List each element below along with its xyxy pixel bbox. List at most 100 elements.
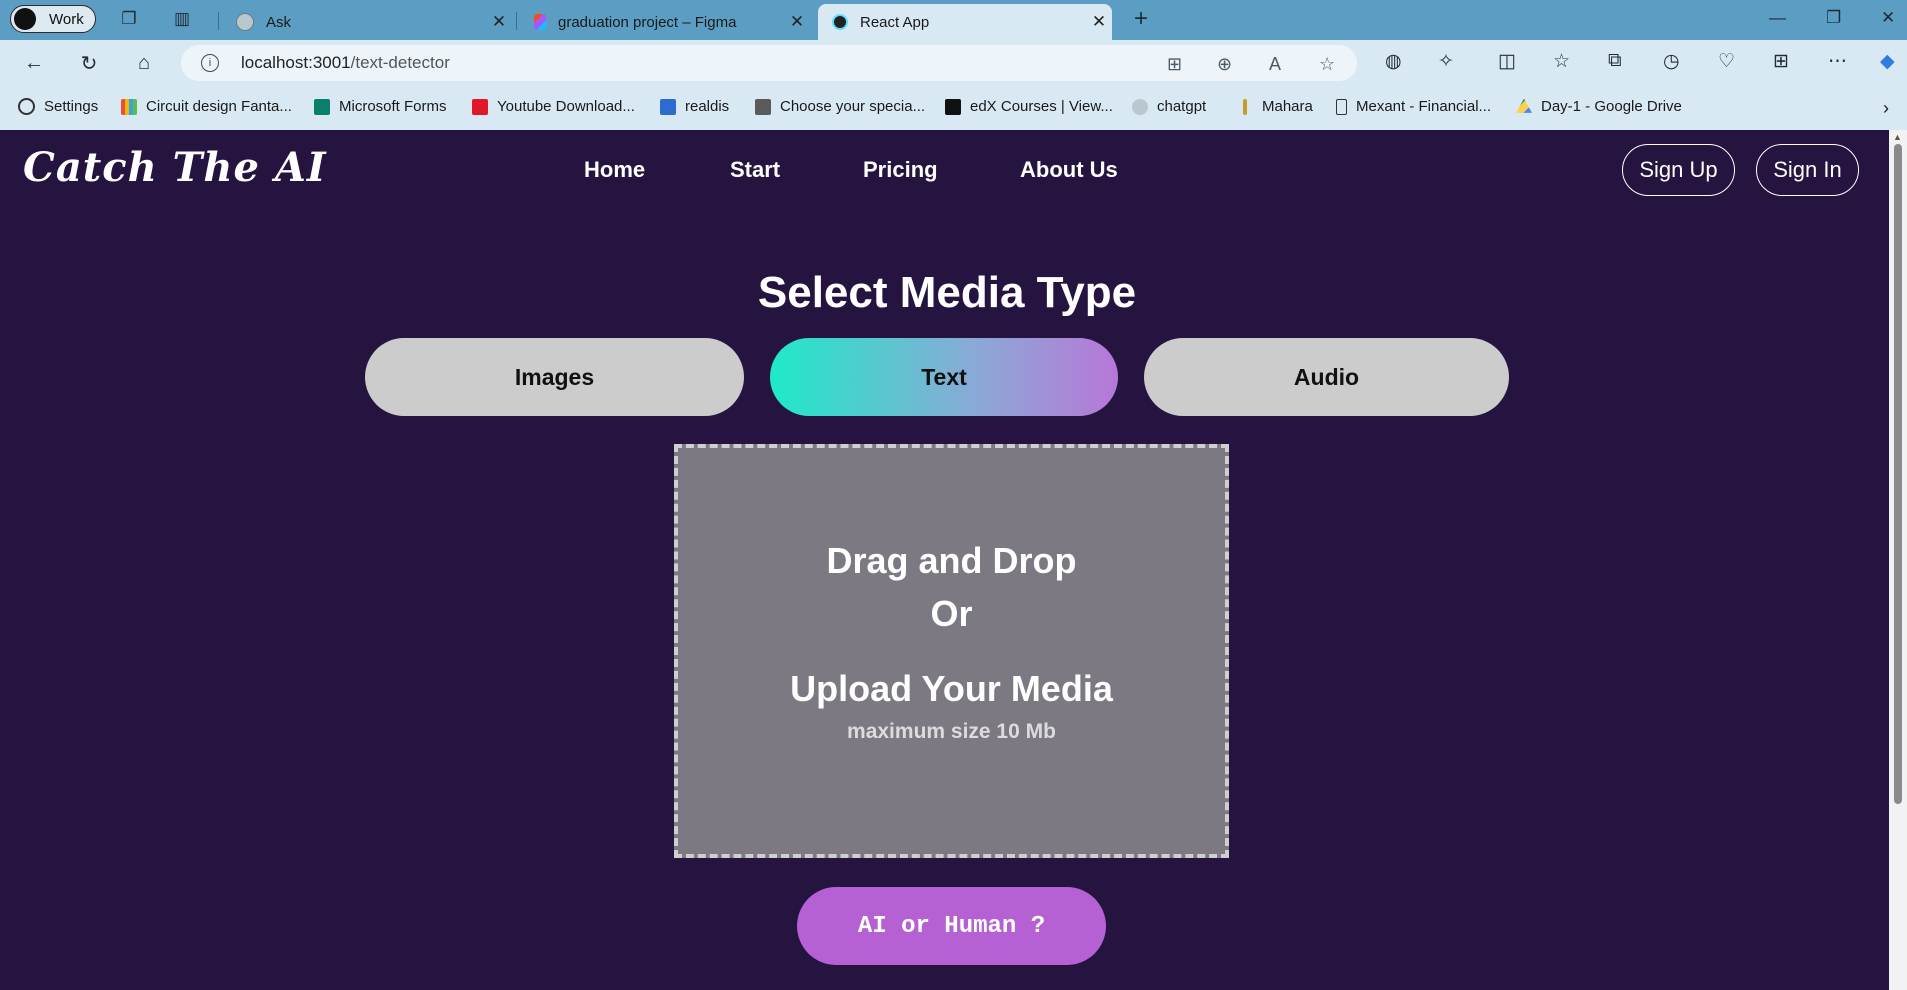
chatgpt-icon bbox=[1132, 98, 1148, 115]
images-type-button[interactable]: Images bbox=[365, 338, 744, 416]
favorite-star-icon[interactable]: ☆ bbox=[1319, 54, 1335, 75]
scroll-up-icon[interactable]: ▲ bbox=[1893, 132, 1902, 142]
dropzone-or: Or bbox=[930, 593, 973, 634]
dropzone-title: Drag and Drop bbox=[826, 540, 1077, 581]
url-text[interactable]: localhost:3001/text-detector bbox=[241, 53, 450, 73]
bookmark-edx[interactable]: edX Courses | View... bbox=[945, 98, 1113, 115]
close-window-icon[interactable]: ✕ bbox=[1881, 8, 1895, 28]
tab-title: graduation project – Figma bbox=[558, 13, 737, 31]
tab-ask[interactable]: Ask ✕ bbox=[222, 4, 512, 40]
close-icon[interactable]: ✕ bbox=[486, 12, 512, 32]
bookmark-settings[interactable]: Settings bbox=[18, 98, 98, 115]
sign-in-button[interactable]: Sign In bbox=[1756, 144, 1859, 196]
bookmark-chatgpt[interactable]: chatgpt bbox=[1132, 98, 1206, 115]
bookmark-label: Mexant - Financial... bbox=[1356, 98, 1492, 115]
tab-title: Ask bbox=[266, 13, 292, 31]
nav-start[interactable]: Start bbox=[730, 157, 780, 183]
chevron-right-icon[interactable]: › bbox=[1883, 98, 1889, 119]
workspaces-icon[interactable]: ❐ bbox=[118, 8, 140, 30]
site-info-icon[interactable]: i bbox=[201, 54, 219, 72]
apps-icon[interactable]: ⊞ bbox=[1773, 50, 1789, 73]
nav-home[interactable]: Home bbox=[584, 157, 645, 183]
profile-button[interactable]: Work bbox=[10, 5, 96, 33]
page-content: Catch The AI Home Start Pricing About Us… bbox=[5, 130, 1889, 990]
history-icon[interactable]: ◷ bbox=[1663, 50, 1680, 73]
audio-type-button[interactable]: Audio bbox=[1144, 338, 1509, 416]
forms-icon bbox=[314, 98, 330, 115]
favorites-icon[interactable]: ☆ bbox=[1553, 50, 1570, 73]
bookmark-label: chatgpt bbox=[1157, 98, 1207, 115]
bookmark-choose-specialization[interactable]: Choose your specia... bbox=[755, 98, 925, 115]
page-scrollbar[interactable]: ▲ bbox=[1889, 130, 1907, 990]
bookmark-mahara[interactable]: Mahara bbox=[1237, 98, 1313, 115]
tab-title: React App bbox=[860, 13, 930, 31]
download-icon bbox=[472, 98, 488, 115]
restore-icon[interactable]: ❐ bbox=[1826, 8, 1841, 28]
bookmark-mexant[interactable]: Mexant - Financial... bbox=[1336, 98, 1491, 115]
browser-essentials-icon[interactable]: ◍ bbox=[1385, 50, 1402, 73]
gear-icon bbox=[18, 98, 35, 115]
zoom-icon[interactable]: ⊕ bbox=[1217, 54, 1232, 75]
bookmark-google-drive[interactable]: Day-1 - Google Drive bbox=[1516, 98, 1682, 115]
split-screen-icon[interactable]: ◫ bbox=[1498, 50, 1516, 73]
avatar bbox=[14, 8, 36, 30]
bookmark-label: Choose your specia... bbox=[780, 98, 926, 115]
mahara-icon bbox=[1243, 98, 1247, 115]
figma-icon bbox=[534, 14, 546, 30]
close-icon[interactable]: ✕ bbox=[1086, 12, 1112, 32]
sign-up-button[interactable]: Sign Up bbox=[1622, 144, 1735, 196]
tab-separator bbox=[218, 12, 219, 30]
bookmark-label: Day-1 - Google Drive bbox=[1541, 98, 1682, 115]
tab-react-app[interactable]: React App ✕ bbox=[818, 4, 1112, 40]
bookmark-label: Microsoft Forms bbox=[339, 98, 447, 115]
bookmark-realdis[interactable]: realdis bbox=[660, 98, 729, 115]
copilot-icon[interactable]: ◆ bbox=[1880, 50, 1895, 73]
minimize-icon[interactable]: — bbox=[1769, 8, 1786, 28]
dropzone-upload-label: Upload Your Media bbox=[790, 668, 1113, 709]
upload-dropzone[interactable]: Drag and Drop Or Upload Your Media maxim… bbox=[674, 444, 1229, 858]
back-icon[interactable]: ← bbox=[22, 51, 46, 75]
bookmarks-bar: Settings Circuit design Fanta... Microso… bbox=[0, 86, 1907, 130]
vertical-tabs-icon[interactable]: ▥ bbox=[171, 8, 193, 30]
browser-tab-bar: Work ❐ ▥ Ask ✕ graduation project – Figm… bbox=[0, 0, 1907, 40]
site-logo[interactable]: Catch The AI bbox=[23, 144, 327, 191]
nav-pricing[interactable]: Pricing bbox=[863, 157, 938, 183]
ai-or-human-button[interactable]: AI or Human ? bbox=[797, 887, 1106, 965]
page-icon bbox=[755, 98, 771, 115]
tinkercad-icon bbox=[121, 98, 137, 115]
refresh-icon[interactable]: ↻ bbox=[77, 51, 101, 75]
scrollbar-thumb[interactable] bbox=[1894, 144, 1902, 804]
bookmark-label: Settings bbox=[44, 98, 99, 115]
rd-icon bbox=[660, 98, 676, 115]
nav-about-us[interactable]: About Us bbox=[1020, 157, 1118, 183]
bookmark-label: Circuit design Fanta... bbox=[146, 98, 292, 115]
tab-figma[interactable]: graduation project – Figma ✕ bbox=[520, 4, 810, 40]
tab-separator bbox=[516, 12, 517, 30]
read-aloud-icon[interactable]: A bbox=[1269, 54, 1281, 75]
bookmark-label: edX Courses | View... bbox=[970, 98, 1113, 115]
page-title: Select Media Type bbox=[757, 268, 1137, 317]
close-icon[interactable]: ✕ bbox=[784, 12, 810, 32]
edx-icon bbox=[945, 98, 961, 115]
more-options-icon[interactable]: ⋯ bbox=[1828, 50, 1847, 73]
app-available-icon[interactable]: ⊞ bbox=[1167, 54, 1182, 75]
bookmark-label: Youtube Download... bbox=[497, 98, 635, 115]
extensions-icon[interactable]: ✧ bbox=[1438, 50, 1454, 73]
profile-label: Work bbox=[49, 11, 84, 28]
collections-icon[interactable]: ⧉ bbox=[1608, 50, 1622, 72]
bookmark-youtube-download[interactable]: Youtube Download... bbox=[472, 98, 635, 115]
bookmark-microsoft-forms[interactable]: Microsoft Forms bbox=[314, 98, 447, 115]
drive-icon bbox=[1516, 98, 1532, 113]
performance-icon[interactable]: ♡ bbox=[1718, 50, 1735, 73]
doc-icon bbox=[1336, 98, 1347, 115]
chatgpt-icon bbox=[236, 13, 254, 31]
bookmark-circuit-design[interactable]: Circuit design Fanta... bbox=[121, 98, 292, 115]
home-icon[interactable]: ⌂ bbox=[132, 51, 156, 75]
browser-toolbar: ← ↻ ⌂ i localhost:3001/text-detector ⊞ ⊕… bbox=[0, 40, 1907, 86]
new-tab-icon[interactable]: + bbox=[1130, 5, 1152, 32]
address-bar[interactable]: i localhost:3001/text-detector ⊞ ⊕ A ☆ bbox=[181, 45, 1357, 81]
dropzone-size-note: maximum size 10 Mb bbox=[847, 720, 1056, 743]
text-type-button[interactable]: Text bbox=[770, 338, 1118, 416]
bookmark-label: Mahara bbox=[1262, 98, 1313, 115]
react-icon bbox=[832, 14, 848, 30]
